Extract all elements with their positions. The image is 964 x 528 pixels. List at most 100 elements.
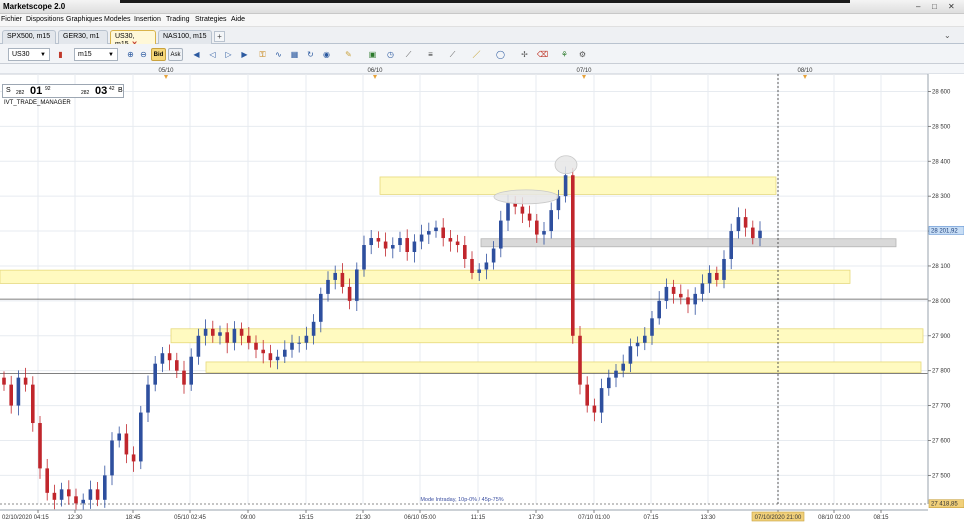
candle-body [585,384,589,406]
candle-body [491,248,496,263]
candle-body [45,468,49,493]
candle-body [628,346,633,364]
candle-body [621,363,625,371]
candle-body [427,231,431,235]
fan-icon[interactable]: ⟋ [446,48,459,61]
candle-body [664,286,669,301]
trendline-icon[interactable]: ／ [470,48,483,61]
candle-body [635,342,640,347]
scroll-left-icon[interactable]: ◁ [206,48,219,61]
indicators-icon[interactable]: ∿ [272,48,285,61]
tab-label: NAS100, m15 [163,33,207,40]
candle-body [549,210,553,232]
quote-box[interactable]: S 282 01 92 282 03 42 B [2,84,124,98]
menu-aide[interactable]: Aide [231,16,245,23]
buy-sup: 42 [109,86,115,92]
sell-label: S [6,87,11,94]
candle-body [175,360,179,371]
minimize-button[interactable]: – [916,2,920,11]
ellipse-icon[interactable]: ◯ [494,48,507,61]
grid-icon[interactable]: ▦ [288,48,301,61]
candle-body [412,241,417,253]
add-tab-button[interactable]: + [214,31,225,42]
candle-body [527,213,532,221]
chart-tab-bar: SPX500, m15 GER30, m1 US30, m15✕ NAS100,… [0,27,964,48]
tab-spx500[interactable]: SPX500, m15 [2,30,56,44]
image-icon[interactable]: ▣ [366,48,379,61]
candle-body [751,227,755,239]
candle-body [275,356,280,361]
menu-strategies[interactable]: Strategies [195,16,227,23]
time-tick-label: 18:45 [125,515,141,521]
candle-body [542,231,546,235]
day-marker-label: 06/10 [367,68,383,74]
candle-body [448,238,453,242]
candle-body [499,220,503,249]
crosshair-icon[interactable]: ✢ [518,48,531,61]
candle-body [239,328,244,336]
menu-fichier[interactable]: Fichier [1,16,22,23]
sell-big: 282 [16,90,25,96]
price-tick-label: 28 400 [932,159,951,165]
candle-type-icon[interactable]: ▮ [54,48,67,61]
candle-body [333,272,337,280]
maximize-button[interactable]: □ [932,2,937,11]
scroll-end-icon[interactable]: ▶ [238,48,251,61]
candle-body [131,454,136,462]
globe-icon[interactable]: ◉ [320,48,333,61]
pencil-icon[interactable]: ✎ [342,48,355,61]
price-chart[interactable]: 05/10 06/10 07/10 08/10 28 600 28 500 28 400 2… [0,64,964,528]
zoom-in-icon[interactable]: ⊕ [124,48,137,61]
price-axis: 28 60028 50028 40028 30028 20028 10028 0… [927,74,964,528]
chart-grid: 05/10 06/10 07/10 08/10 [0,64,964,528]
candle-body [2,377,6,385]
time-tick-label: 02/10/2020 04:15 [2,515,49,521]
eraser-icon[interactable]: ⌫ [536,48,549,61]
mode-note: Mode Intraday, 10p-0% / 45p-75% [420,497,503,503]
menu-modeles[interactable]: Modeles [104,16,130,23]
day-marker-label: 08/10 [797,68,813,74]
time-tick-label: 12:30 [67,515,83,521]
lock-icon[interactable]: ⚿ [256,48,269,61]
menu-trading[interactable]: Trading [166,16,189,23]
tab-list-icon[interactable]: ⌄ [944,31,951,40]
price-tick-label: 27 900 [932,334,951,340]
candle-body [355,269,359,301]
candle-body [563,175,568,197]
price-tick-label: 28 600 [932,89,951,95]
hlines-icon[interactable]: ≡ [424,48,437,61]
close-button[interactable]: ✕ [948,2,955,11]
tab-nas100[interactable]: NAS100, m15 [158,30,212,44]
candle-body [88,489,93,500]
instrument-select[interactable]: US30 ▼ [8,48,50,61]
candle-body [182,370,186,385]
refresh-icon[interactable]: ↻ [304,48,317,61]
time-tick-label: 09:00 [240,515,256,521]
settings-icon[interactable]: ⚙ [576,48,589,61]
bid-button[interactable]: Bid [151,48,166,61]
buy-main: 03 [95,85,108,97]
candle-body [391,245,395,249]
candle-body [736,217,741,232]
tab-ger30[interactable]: GER30, m1 [58,30,108,44]
timeframe-select[interactable]: m15 ▼ [74,48,118,61]
candle-body [743,217,748,228]
candle-body [268,353,273,361]
menu-dispositions[interactable]: Dispositions [26,16,64,23]
timeframe-value: m15 [78,51,92,58]
strategy-icon[interactable]: ⚘ [558,48,571,61]
menu-insertion[interactable]: Insertion [134,16,161,23]
candle-body [707,272,712,284]
menu-graphiques[interactable]: Graphiques [66,16,102,23]
candle-body [607,377,611,389]
ask-button[interactable]: Ask [168,48,183,61]
scroll-right-icon[interactable]: ▷ [222,48,235,61]
clock-icon[interactable]: ◷ [384,48,397,61]
tab-us30[interactable]: US30, m15✕ [110,30,156,48]
candle-body [160,353,165,364]
title-bar: Marketscope 2.0 – □ ✕ [0,0,964,14]
time-tick-label: 06/10 05:00 [404,515,436,521]
line-tool-icon[interactable]: ⟋ [402,48,415,61]
zoom-out-icon[interactable]: ⊖ [137,48,150,61]
scroll-start-icon[interactable]: ◀ [190,48,203,61]
